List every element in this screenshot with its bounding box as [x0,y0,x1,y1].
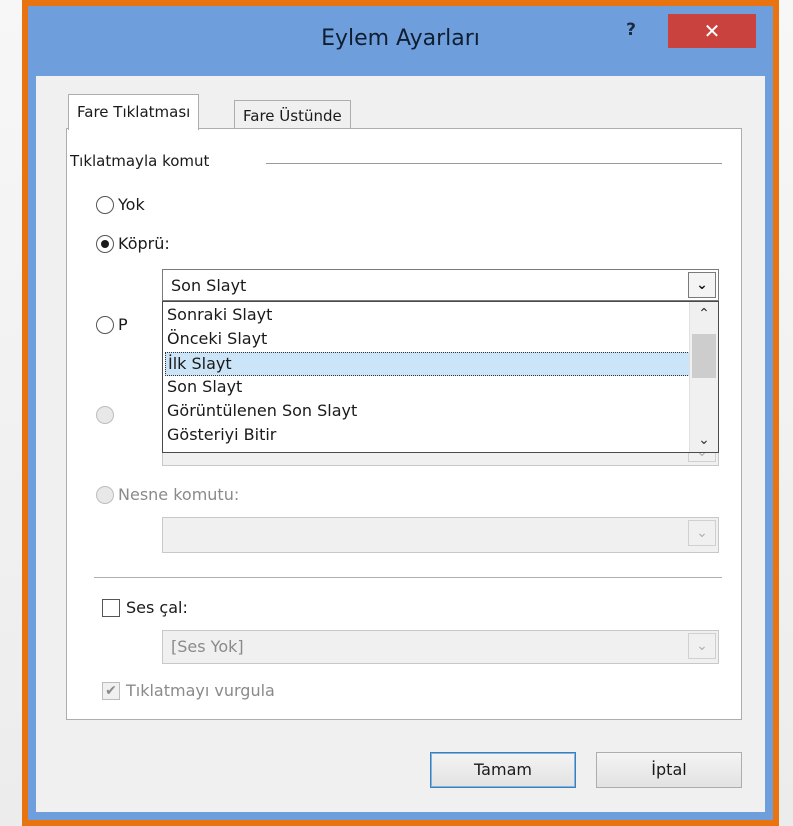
play-sound-row[interactable]: Ses çal: [102,598,188,617]
list-item[interactable]: Görüntülenen Son Slayt [165,400,714,424]
chevron-down-icon[interactable]: ⌄ [688,272,716,298]
check-icon: ✔ [102,681,120,700]
radio-none-row[interactable]: Yok [96,195,145,214]
radio-none[interactable] [96,195,114,214]
group-divider [266,163,722,164]
list-item-selected[interactable]: İlk Slayt [165,352,714,376]
radio-object-action-row: Nesne komutu: [96,485,239,504]
chevron-down-icon: ⌄ [688,633,716,659]
radio-object-action [96,485,114,504]
close-button[interactable]: ✕ [668,14,756,48]
list-item[interactable]: Sonraki Slayt [165,304,714,328]
list-item[interactable]: Gösteriyi Bitir [165,424,714,448]
hyperlink-combo[interactable]: Son Slayt ⌄ [162,269,719,301]
cancel-button[interactable]: İptal [596,752,742,788]
chevron-down-icon: ⌄ [688,520,716,546]
radio-run-macro [96,406,114,424]
play-sound-label: Ses çal: [126,598,188,617]
radio-hyperlink-label: Köprü: [118,234,170,253]
action-settings-dialog: Eylem Ayarları ? ✕ Fare Tıklatması Fare … [28,6,773,820]
tab-mouse-click[interactable]: Fare Tıklatması [68,94,200,130]
list-item[interactable]: Son Slayt [165,376,714,400]
chevron-down-icon[interactable]: ⌄ [690,432,718,448]
dialog-title: Eylem Ayarları [321,26,480,51]
sound-combo-value: [Ses Yok] [171,637,244,656]
group-title: Tıklatmayla komut [70,152,216,170]
list-scrollbar[interactable]: ⌃ ⌄ [689,302,718,452]
object-action-combo: ⌄ [162,517,719,553]
scroll-thumb[interactable] [692,334,716,378]
highlight-click-row: ✔ Tıklatmayı vurgula [102,681,275,700]
list-item[interactable]: Önceki Slayt [165,328,714,352]
separator [94,577,722,578]
help-button[interactable]: ? [616,20,646,46]
hyperlink-dropdown-list[interactable]: Sonraki Slayt Önceki Slayt İlk Slayt Son… [162,301,719,453]
radio-none-label: Yok [118,195,145,214]
title-bar: Eylem Ayarları ? ✕ [28,6,773,76]
chevron-up-icon[interactable]: ⌃ [690,306,718,322]
radio-run-macro-row [96,406,118,424]
radio-run-program-row[interactable]: P [96,315,128,334]
ok-button[interactable]: Tamam [430,752,576,788]
play-sound-checkbox[interactable] [102,598,120,617]
radio-hyperlink[interactable] [96,234,114,253]
radio-run-program[interactable] [96,315,114,334]
sound-combo: [Ses Yok] ⌄ [162,630,719,664]
radio-hyperlink-row[interactable]: Köprü: [96,234,170,253]
highlight-click-label: Tıklatmayı vurgula [126,681,275,700]
dialog-client: Fare Tıklatması Fare Üstünde Tıklatmayla… [36,76,765,812]
radio-object-action-label: Nesne komutu: [118,485,240,504]
radio-run-program-label: P [118,315,128,334]
hyperlink-combo-value: Son Slayt [171,276,247,295]
